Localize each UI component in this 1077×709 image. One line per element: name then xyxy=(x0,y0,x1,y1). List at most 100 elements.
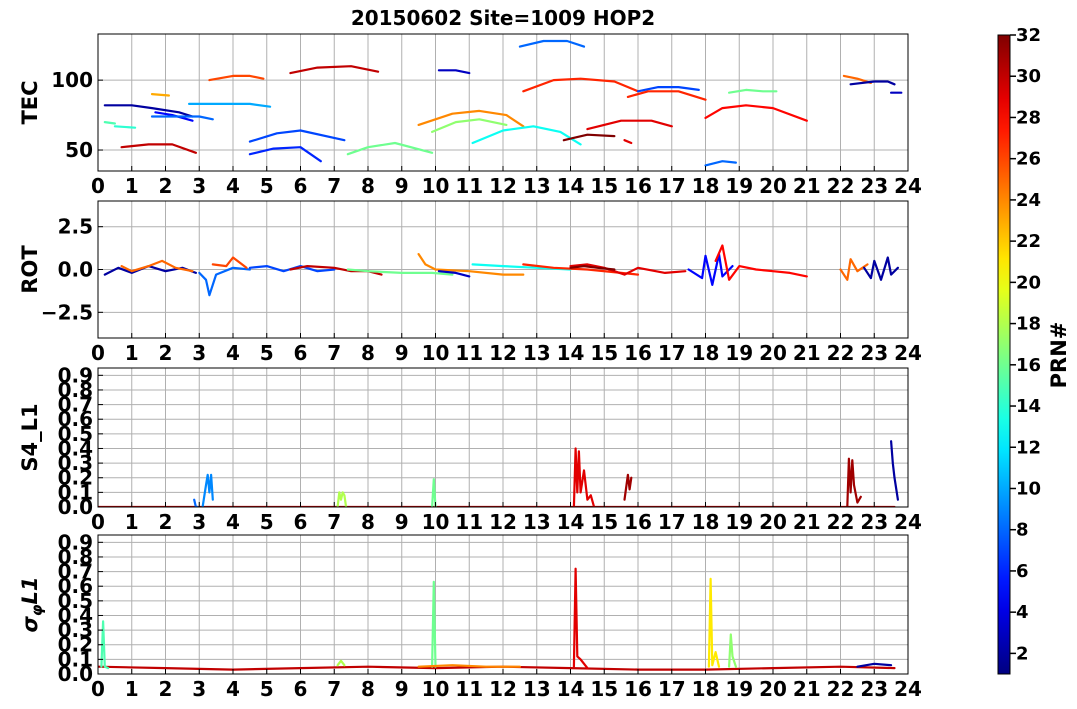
series-line-prn-8 xyxy=(518,39,586,48)
colorbar-tick-label: 20 xyxy=(1016,272,1041,293)
x-tick-label: 16 xyxy=(624,510,652,534)
panel-s4: 0 1 2 3 4 5 6 7 8 9 10 11 12 13 14 15 16 17 18 19 20 21 22 23 24… xyxy=(18,363,922,534)
x-tick-label: 10 xyxy=(422,341,450,365)
series-line-prn-2 xyxy=(889,440,900,501)
x-tick-label: 19 xyxy=(725,341,753,365)
x-tick-label: 3 xyxy=(192,510,206,534)
series-line-prn-10 xyxy=(188,102,272,108)
x-tick-label: 21 xyxy=(793,510,821,534)
series-line-prn-16 xyxy=(346,141,434,156)
colorbar-gradient xyxy=(997,34,1011,675)
x-tick-label: 18 xyxy=(692,510,720,534)
panel-sigma: 0 1 2 3 4 5 6 7 8 9 10 11 12 13 14 15 16 17 18 19 20 21 22 23 24… xyxy=(18,530,922,701)
x-tick-label: 15 xyxy=(590,341,618,365)
x-tick-label: 19 xyxy=(725,677,753,701)
y-axis-label-sigma: σφL1 xyxy=(18,576,46,632)
x-tick-label: 17 xyxy=(658,510,686,534)
x-tick-label: 23 xyxy=(860,174,888,198)
x-tick-label: 5 xyxy=(260,341,274,365)
x-tick-label: 2 xyxy=(159,510,173,534)
x-tick-label: 8 xyxy=(361,341,375,365)
x-tick-label: 13 xyxy=(523,341,551,365)
x-tick-label: 8 xyxy=(361,510,375,534)
y-axis-label-tec: TEC xyxy=(18,80,42,124)
series-line-prn-2 xyxy=(862,256,900,281)
y-axis-label-s4: S4_L1 xyxy=(18,403,42,471)
x-tick-label: 18 xyxy=(692,341,720,365)
x-tick-label: 22 xyxy=(827,677,855,701)
x-tick-label: 4 xyxy=(226,174,240,198)
x-tick-label: 2 xyxy=(159,677,173,701)
colorbar-tick-label: 30 xyxy=(1016,66,1041,87)
colorbar-tick-label: 26 xyxy=(1016,149,1041,170)
x-tick-label: 24 xyxy=(894,174,922,198)
x-tick-label: 20 xyxy=(759,677,787,701)
x-tick-label: 16 xyxy=(624,341,652,365)
series-line-prn-31 xyxy=(846,457,862,507)
colorbar-tick-label: 10 xyxy=(1016,478,1041,499)
x-tick-label: 10 xyxy=(422,174,450,198)
x-tick-label: 0 xyxy=(91,341,105,365)
series-line-prn-17 xyxy=(727,633,738,668)
x-tick-label: 17 xyxy=(658,677,686,701)
x-tick-label: 1 xyxy=(125,677,139,701)
y-tick-label: −2.5 xyxy=(41,300,93,324)
x-tick-label: 2 xyxy=(159,174,173,198)
series-line-prn-31 xyxy=(623,473,633,501)
colorbar: 2468101214161820222426283032 PRN# xyxy=(997,25,1071,675)
y-tick-label: 2.5 xyxy=(58,215,93,239)
series-line-prn-7 xyxy=(248,129,346,143)
series-line-prn-3 xyxy=(437,69,471,75)
x-tick-label: 23 xyxy=(860,677,888,701)
y-tick-label: 0.9 xyxy=(58,363,93,387)
x-tick-label: 4 xyxy=(226,341,240,365)
x-tick-label: 15 xyxy=(590,510,618,534)
series-line-prn-6 xyxy=(248,146,322,163)
series-line-prn-8 xyxy=(704,160,738,167)
series-line-prn-15 xyxy=(103,120,117,125)
x-tick-label: 12 xyxy=(489,174,517,198)
x-tick-label: 9 xyxy=(395,174,409,198)
colorbar-ticks: 2468101214161820222426283032 xyxy=(1010,25,1041,664)
colorbar-tick-label: 16 xyxy=(1016,355,1041,376)
x-tick-label: 13 xyxy=(523,510,551,534)
x-tick-label: 20 xyxy=(759,174,787,198)
series-line-prn-26 xyxy=(211,256,248,269)
colorbar-tick-label: 28 xyxy=(1016,107,1041,128)
x-tick-label: 8 xyxy=(361,677,375,701)
series-line-prn-16 xyxy=(431,478,437,507)
x-tick-label: 9 xyxy=(395,341,409,365)
series-line-prn-24 xyxy=(417,664,522,668)
x-tick-label: 22 xyxy=(827,174,855,198)
x-tick-label: 7 xyxy=(327,341,341,365)
series-line-prn-26 xyxy=(208,74,265,82)
x-tick-label: 6 xyxy=(294,174,308,198)
x-tick-label: 6 xyxy=(294,510,308,534)
x-tick-label: 13 xyxy=(523,174,551,198)
colorbar-tick-label: 12 xyxy=(1016,437,1041,458)
x-tick-label: 18 xyxy=(692,174,720,198)
series-group xyxy=(98,567,896,671)
x-tick-label: 18 xyxy=(692,677,720,701)
x-tick-label: 20 xyxy=(759,510,787,534)
x-tick-label: 22 xyxy=(827,341,855,365)
x-tick-label: 6 xyxy=(294,341,308,365)
series-line-prn-29 xyxy=(572,567,589,670)
colorbar-label: PRN# xyxy=(1047,322,1071,389)
series-line-prn-2 xyxy=(849,80,896,86)
x-tick-label: 7 xyxy=(327,677,341,701)
series-line-prn-18 xyxy=(336,659,346,667)
colorbar-tick-label: 18 xyxy=(1016,314,1041,335)
x-tick-label: 21 xyxy=(793,341,821,365)
x-tick-label: 20 xyxy=(759,341,787,365)
colorbar-tick-label: 4 xyxy=(1016,602,1029,623)
x-tick-label: 11 xyxy=(455,677,483,701)
figure: 20150602 Site=1009 HOP2 0 1 2 3 4 5 6 7 8 9 10 11 12… xyxy=(18,6,1071,701)
x-tick-label: 4 xyxy=(226,677,240,701)
series-line-prn-18 xyxy=(336,491,348,507)
series-line-prn-28 xyxy=(704,104,808,122)
x-tick-label: 15 xyxy=(590,677,618,701)
series-line-prn-30 xyxy=(120,143,197,154)
series-line-prn-16 xyxy=(431,580,437,668)
panels: 0 1 2 3 4 5 6 7 8 9 10 11 12 13 14 15 16 17 18 19 20 21 22 23 24… xyxy=(18,33,922,701)
